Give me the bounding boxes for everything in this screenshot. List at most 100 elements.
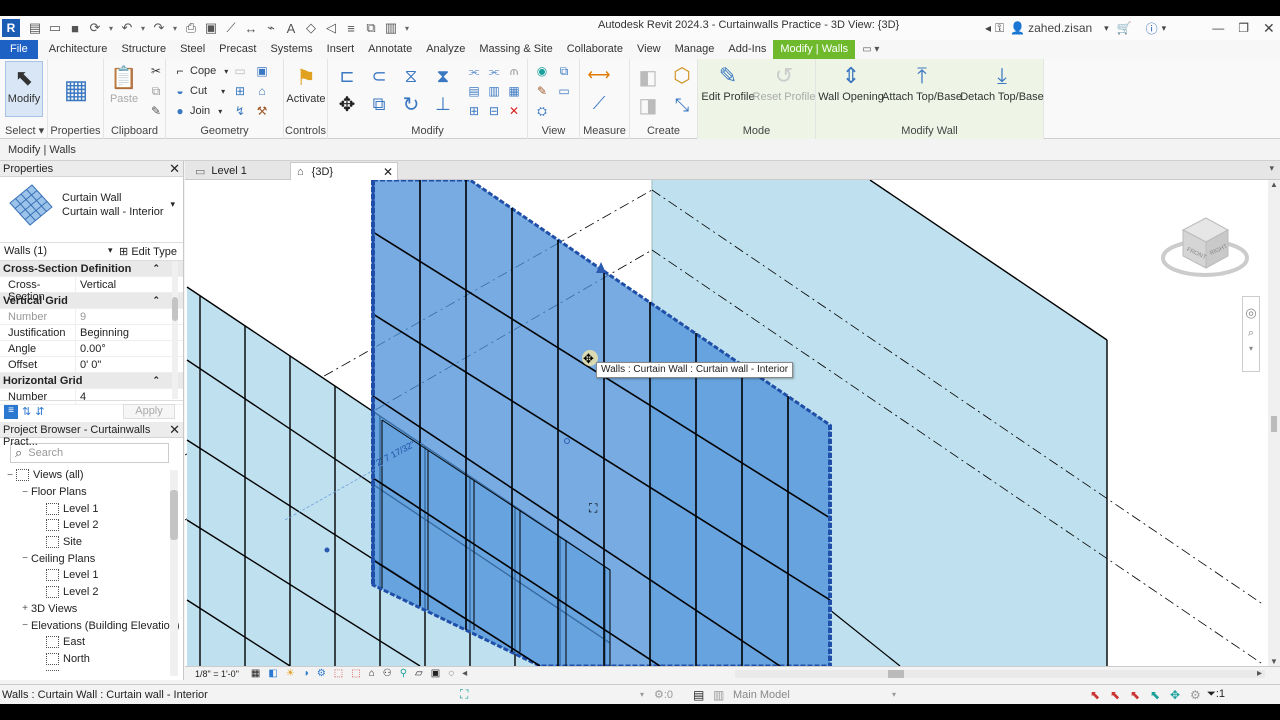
paint-icon[interactable]: ▣ bbox=[254, 63, 270, 79]
worksharing-status-icon[interactable]: ⛶ bbox=[460, 687, 468, 702]
browser-tree-item[interactable]: Level 2 bbox=[0, 517, 183, 534]
steering-wheel-icon[interactable]: ◎ bbox=[1243, 305, 1259, 321]
render-icon[interactable]: ⚙ bbox=[317, 668, 326, 679]
browser-tree-item[interactable]: − Elevations (Building Elevation) bbox=[0, 617, 183, 634]
revit-logo-icon[interactable]: R bbox=[2, 19, 20, 37]
scale-icon[interactable]: ▥ bbox=[486, 83, 502, 99]
tab-file[interactable]: File bbox=[0, 40, 38, 59]
tab-precast[interactable]: Precast bbox=[212, 40, 263, 59]
3d-view-drawing[interactable]: 2' 7 17/32" ✥ ⛶ FRONT RIGHT bbox=[185, 180, 1268, 666]
select-panel-label[interactable]: Select ▾ bbox=[0, 124, 47, 137]
print-icon[interactable]: ⎙ bbox=[183, 20, 199, 36]
cart-icon[interactable]: 🛒 bbox=[1117, 21, 1132, 35]
ribbon-toggle-icon[interactable]: ▭ ▾ bbox=[855, 40, 886, 59]
save-icon[interactable]: ■ bbox=[67, 20, 83, 36]
grip-point[interactable] bbox=[324, 547, 330, 553]
close-icon[interactable]: ✕ bbox=[1263, 20, 1275, 37]
view-tab-close-icon[interactable]: ✕ bbox=[383, 165, 393, 179]
browser-tree-item[interactable]: Level 1 bbox=[0, 500, 183, 517]
tab-structure[interactable]: Structure bbox=[114, 40, 173, 59]
remove-paint-icon[interactable]: ↯ bbox=[232, 103, 248, 119]
drag-elements-icon[interactable]: ✥ bbox=[1170, 688, 1180, 702]
shadows-icon[interactable]: ◑ bbox=[303, 668, 309, 679]
unpin-icon[interactable]: ⫙ bbox=[506, 63, 522, 79]
user-icon[interactable]: 👤 bbox=[1010, 21, 1025, 35]
tab-collaborate[interactable]: Collaborate bbox=[560, 40, 630, 59]
cut-clipboard-icon[interactable]: ✂ bbox=[148, 63, 164, 79]
thin-lines-icon[interactable]: ≡ bbox=[343, 20, 359, 36]
delete-icon[interactable]: ✕ bbox=[506, 103, 522, 119]
scroll-right-icon[interactable]: ▸ bbox=[1257, 668, 1262, 679]
modify-button[interactable]: ⬉ Modify bbox=[5, 63, 43, 105]
nav-left-icon[interactable]: ◂ bbox=[985, 21, 991, 35]
redo-dropdown-icon[interactable]: ▾ bbox=[171, 20, 179, 36]
edit-profile-button[interactable]: ✎ Edit Profile bbox=[701, 61, 754, 103]
tab-insert[interactable]: Insert bbox=[320, 40, 362, 59]
collapse-icon[interactable]: ⌃ bbox=[152, 375, 160, 386]
filter-status[interactable]: ⏷:1 bbox=[1207, 688, 1225, 701]
property-row[interactable]: Angle 0.00° bbox=[0, 341, 183, 357]
paste-button[interactable]: 📋 Paste bbox=[110, 63, 138, 105]
property-value[interactable]: 0.00° bbox=[76, 341, 110, 356]
measure-distance-icon[interactable]: ⟷ bbox=[586, 67, 612, 84]
restore-icon[interactable]: ❐ bbox=[1238, 21, 1249, 35]
create-group-icon[interactable]: ◨ bbox=[636, 93, 660, 117]
reset-profile-button[interactable]: ↺ Reset Profile bbox=[753, 61, 816, 103]
zoom-dropdown-icon[interactable]: ▾ bbox=[1243, 344, 1259, 353]
tab-view[interactable]: View bbox=[630, 40, 668, 59]
browser-tree-item[interactable]: +3D Views bbox=[0, 601, 183, 618]
offset-icon[interactable]: ⊂ bbox=[368, 65, 390, 87]
zoom-icon[interactable]: ⌕ bbox=[1243, 327, 1259, 340]
mirror-axis-icon[interactable]: ⧖ bbox=[400, 65, 422, 87]
view-tabs-dropdown-icon[interactable]: ▾ bbox=[1269, 163, 1274, 174]
tag-icon[interactable]: ⌁ bbox=[263, 20, 279, 36]
property-category[interactable]: Cross-Section Definition ⌃ bbox=[0, 261, 183, 277]
trim-extend-icon[interactable]: ⊞ bbox=[466, 103, 482, 119]
filter-view-icon[interactable]: ⛭ bbox=[534, 103, 550, 119]
redo-icon[interactable]: ↷ bbox=[151, 20, 167, 36]
active-model[interactable]: Main Model bbox=[733, 689, 790, 701]
tab-analyze[interactable]: Analyze bbox=[419, 40, 472, 59]
wall-joins-icon[interactable]: ⊞ bbox=[232, 83, 248, 99]
user-name[interactable]: zahed.zisan bbox=[1028, 21, 1092, 35]
properties-button[interactable]: ▦ bbox=[56, 61, 96, 117]
properties-scrollbar[interactable] bbox=[172, 261, 178, 399]
property-value[interactable]: 0' 0" bbox=[76, 357, 105, 372]
linework-icon[interactable]: ✎ bbox=[534, 83, 550, 99]
print-preview-icon[interactable]: ▣ bbox=[203, 20, 219, 36]
demolish-icon[interactable]: ⌂ bbox=[254, 83, 270, 99]
text-icon[interactable]: A bbox=[283, 20, 299, 36]
customize-qat-icon[interactable]: ▾ bbox=[403, 20, 411, 36]
property-row[interactable]: Offset 0' 0" bbox=[0, 357, 183, 373]
wall-opening-button[interactable]: ⇕ Wall Opening bbox=[818, 61, 884, 103]
type-selector[interactable]: Curtain Wall Curtain wall - Interior ▾ bbox=[0, 177, 183, 243]
property-value[interactable]: Beginning bbox=[76, 325, 133, 340]
help-dropdown-icon[interactable]: ▾ bbox=[1162, 23, 1167, 34]
properties-close-icon[interactable]: ✕ bbox=[169, 161, 180, 177]
create-assembly-icon[interactable]: ◧ bbox=[636, 65, 660, 89]
help-icon[interactable]: ⓘ bbox=[1146, 20, 1158, 37]
override-graphics-icon[interactable]: ◉ bbox=[534, 63, 550, 79]
tab-add-ins[interactable]: Add-Ins bbox=[721, 40, 773, 59]
tree-toggle-icon[interactable]: − bbox=[19, 553, 31, 564]
join-button[interactable]: ● Join ▾ bbox=[172, 103, 222, 119]
undo-icon[interactable]: ↶ bbox=[119, 20, 135, 36]
reveal-hidden-icon[interactable]: ⚲ bbox=[400, 668, 407, 679]
properties-panel-label[interactable]: Properties bbox=[48, 125, 103, 137]
crop-region-icon[interactable]: ⬚ bbox=[351, 668, 360, 679]
browser-tree-item[interactable]: Site bbox=[0, 534, 183, 551]
temp-hide-icon[interactable]: ⚇ bbox=[383, 668, 392, 679]
open-icon[interactable]: ▭ bbox=[47, 20, 63, 36]
properties-scroll-thumb[interactable] bbox=[172, 297, 178, 321]
cope-button[interactable]: ⌐ Cope ▾ bbox=[172, 63, 228, 79]
browser-tree-item[interactable]: East bbox=[0, 634, 183, 651]
tree-toggle-icon[interactable]: − bbox=[4, 470, 16, 481]
tree-toggle-icon[interactable]: + bbox=[19, 603, 31, 614]
move-icon[interactable]: ✥ bbox=[336, 93, 358, 116]
browser-tree-item[interactable]: North bbox=[0, 651, 183, 668]
drawing-canvas[interactable]: 2' 7 17/32" ✥ ⛶ FRONT RIGHT Walls : Curt… bbox=[185, 180, 1268, 666]
tab-architecture[interactable]: Architecture bbox=[42, 40, 115, 59]
tab-annotate[interactable]: Annotate bbox=[361, 40, 419, 59]
property-value[interactable]: Vertical bbox=[76, 277, 120, 292]
lock-view-icon[interactable]: ⌂ bbox=[369, 668, 375, 679]
